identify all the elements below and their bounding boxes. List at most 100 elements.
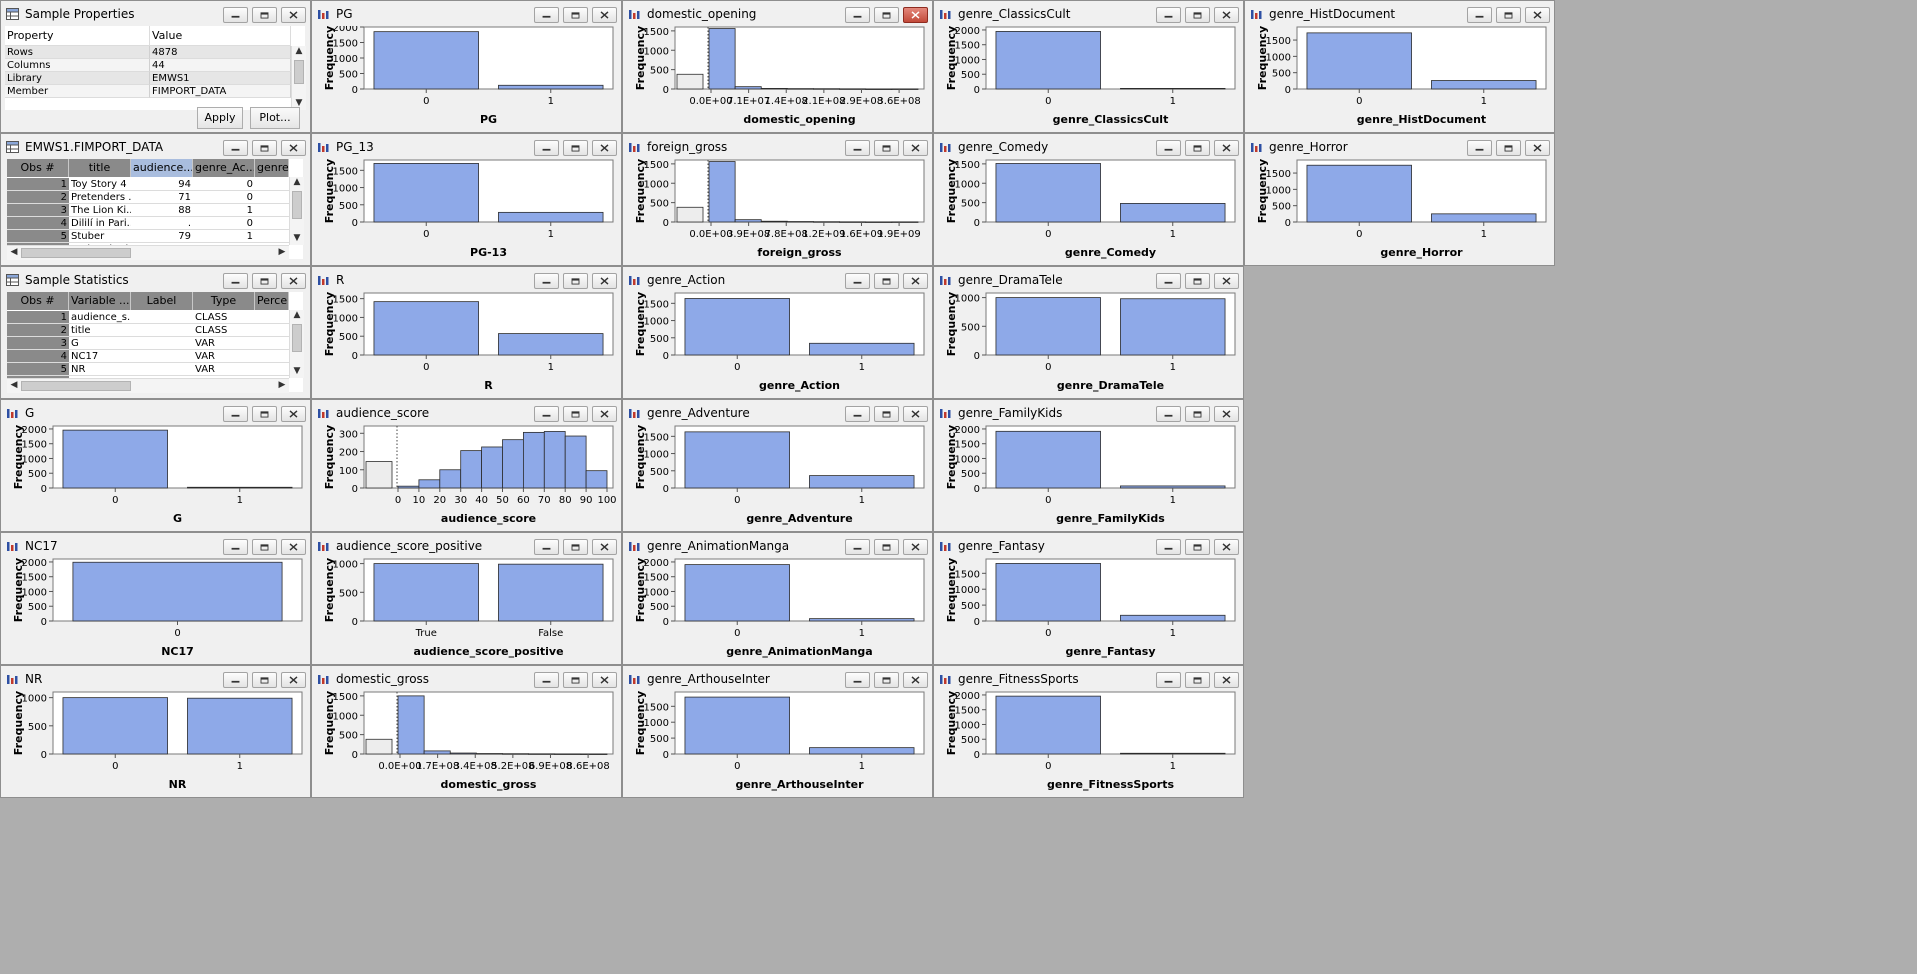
scroll-up-icon[interactable]: ▲ (292, 46, 306, 56)
close-button[interactable] (1214, 140, 1239, 156)
chart-window-audience_score_positive[interactable]: audience_score_positive 0 500 1000 Frequency… (311, 532, 622, 665)
table-cell[interactable]: . (131, 217, 193, 230)
column-header[interactable]: Variable ... (69, 292, 131, 310)
title-bar[interactable]: genre_Action (623, 267, 932, 292)
minimize-button[interactable] (223, 406, 248, 422)
close-button[interactable] (281, 672, 306, 688)
chart-window-genre_Fantasy[interactable]: genre_Fantasy 0 500 1000 1500 Frequency genre_… (933, 532, 1244, 665)
chart-window-foreign_gross[interactable]: foreign_gross 0 500 1000 1500 Frequency foreig… (622, 133, 933, 266)
restore-button[interactable] (1185, 273, 1210, 289)
table-cell[interactable]: CLASS (193, 311, 255, 324)
sample-properties-window[interactable]: Sample Properties Property Value Rows 4878 Co… (0, 0, 311, 133)
title-bar[interactable]: G (1, 400, 310, 425)
scroll-down-icon[interactable]: ▼ (290, 366, 304, 376)
title-bar[interactable]: genre_Adventure (623, 400, 932, 425)
close-button[interactable] (592, 140, 617, 156)
chart-window-genre_Comedy[interactable]: genre_Comedy 0 500 1000 1500 Frequency genre_C… (933, 133, 1244, 266)
restore-button[interactable] (1185, 406, 1210, 422)
property-cell[interactable]: Library (5, 72, 150, 85)
minimize-button[interactable] (534, 539, 559, 555)
restore-button[interactable] (874, 273, 899, 289)
close-button[interactable] (1525, 7, 1550, 23)
minimize-button[interactable] (1156, 539, 1181, 555)
minimize-button[interactable] (223, 140, 248, 156)
sample-statistics-window[interactable]: Sample Statistics Obs # Variable ... Label T… (0, 266, 311, 399)
row-number[interactable]: 4 (7, 350, 69, 363)
row-number[interactable]: 1 (7, 178, 69, 191)
restore-button[interactable] (563, 140, 588, 156)
table-cell[interactable]: 0 (193, 217, 255, 230)
minimize-button[interactable] (845, 273, 870, 289)
vertical-scrollbar[interactable]: ▲ ▼ (291, 46, 306, 110)
restore-button[interactable] (1185, 672, 1210, 688)
minimize-button[interactable] (1156, 7, 1181, 23)
close-button[interactable] (281, 7, 306, 23)
table-cell[interactable] (131, 350, 193, 363)
table-cell[interactable] (255, 324, 289, 337)
chart-window-PG_13[interactable]: PG_13 0 500 1000 1500 Frequency PG-13 0 1 (311, 133, 622, 266)
title-bar[interactable]: audience_score_positive (312, 533, 621, 558)
table-cell[interactable]: 1 (193, 204, 255, 217)
table-cell[interactable] (131, 363, 193, 376)
close-button[interactable] (592, 7, 617, 23)
minimize-button[interactable] (534, 273, 559, 289)
restore-button[interactable] (252, 140, 277, 156)
minimize-button[interactable] (534, 7, 559, 23)
close-button[interactable] (1214, 273, 1239, 289)
restore-button[interactable] (1185, 539, 1210, 555)
restore-button[interactable] (563, 273, 588, 289)
chart-window-genre_Horror[interactable]: genre_Horror 0 500 1000 1500 Frequency genre_H… (1244, 133, 1555, 266)
chart-window-NR[interactable]: NR 0 500 1000 Frequency NR 0 1 (0, 665, 311, 798)
minimize-button[interactable] (1156, 406, 1181, 422)
chart-window-domestic_opening[interactable]: domestic_opening 0 500 1000 1500 Frequency dom… (622, 0, 933, 133)
table-cell[interactable]: NR (69, 363, 131, 376)
restore-button[interactable] (874, 672, 899, 688)
table-cell[interactable] (255, 311, 289, 324)
close-button[interactable] (1214, 406, 1239, 422)
close-button[interactable] (1214, 539, 1239, 555)
minimize-button[interactable] (534, 672, 559, 688)
chart-window-genre_AnimationManga[interactable]: genre_AnimationManga 0 500 1000 1500 2000 Freq… (622, 532, 933, 665)
chart-window-G[interactable]: G 0 500 1000 1500 2000 Frequency G 0 1 (0, 399, 311, 532)
properties-table[interactable]: Property Value Rows 4878 Columns 44 Library EMW… (5, 26, 306, 110)
chart-window-R[interactable]: R 0 500 1000 1500 Frequency R 0 1 (311, 266, 622, 399)
restore-button[interactable] (874, 406, 899, 422)
property-cell[interactable]: FIMPORT_DATA (150, 85, 291, 98)
minimize-button[interactable] (534, 406, 559, 422)
title-bar[interactable]: Sample Properties (1, 1, 310, 26)
table-cell[interactable]: title (69, 324, 131, 337)
table-cell[interactable] (131, 337, 193, 350)
restore-button[interactable] (874, 7, 899, 23)
close-button[interactable] (903, 672, 928, 688)
row-number[interactable]: 5 (7, 363, 69, 376)
column-header[interactable]: audience... (131, 159, 193, 177)
close-button[interactable] (903, 140, 928, 156)
scroll-thumb[interactable] (292, 324, 302, 352)
table-cell[interactable]: Stuber (69, 230, 131, 243)
minimize-button[interactable] (845, 140, 870, 156)
table-cell[interactable]: CLASS (193, 324, 255, 337)
data-table[interactable]: Obs #titleaudience...genre_Ac...genre_1T… (7, 159, 304, 260)
row-number[interactable]: 3 (7, 337, 69, 350)
chart-window-genre_ClassicsCult[interactable]: genre_ClassicsCult 0 500 1000 1500 2000 Freque… (933, 0, 1244, 133)
restore-button[interactable] (1496, 140, 1521, 156)
vertical-scrollbar[interactable]: ▲ ▼ (289, 177, 304, 245)
minimize-button[interactable] (1467, 7, 1492, 23)
minimize-button[interactable] (845, 539, 870, 555)
close-button[interactable] (903, 539, 928, 555)
table-cell[interactable]: VAR (193, 350, 255, 363)
minimize-button[interactable] (1156, 140, 1181, 156)
scroll-down-icon[interactable]: ▼ (290, 233, 304, 243)
title-bar[interactable]: genre_ClassicsCult (934, 1, 1243, 26)
minimize-button[interactable] (223, 273, 248, 289)
column-header[interactable]: Percer (255, 292, 289, 310)
restore-button[interactable] (252, 672, 277, 688)
restore-button[interactable] (874, 140, 899, 156)
property-cell[interactable]: 4878 (150, 46, 291, 59)
restore-button[interactable] (252, 406, 277, 422)
property-cell[interactable]: Member (5, 85, 150, 98)
title-bar[interactable]: PG_13 (312, 134, 621, 159)
close-button[interactable] (903, 7, 928, 23)
chart-window-NC17[interactable]: NC17 0 500 1000 1500 2000 Frequency NC17 0 (0, 532, 311, 665)
chart-window-audience_score[interactable]: audience_score 0 100 200 300 Frequency audienc… (311, 399, 622, 532)
